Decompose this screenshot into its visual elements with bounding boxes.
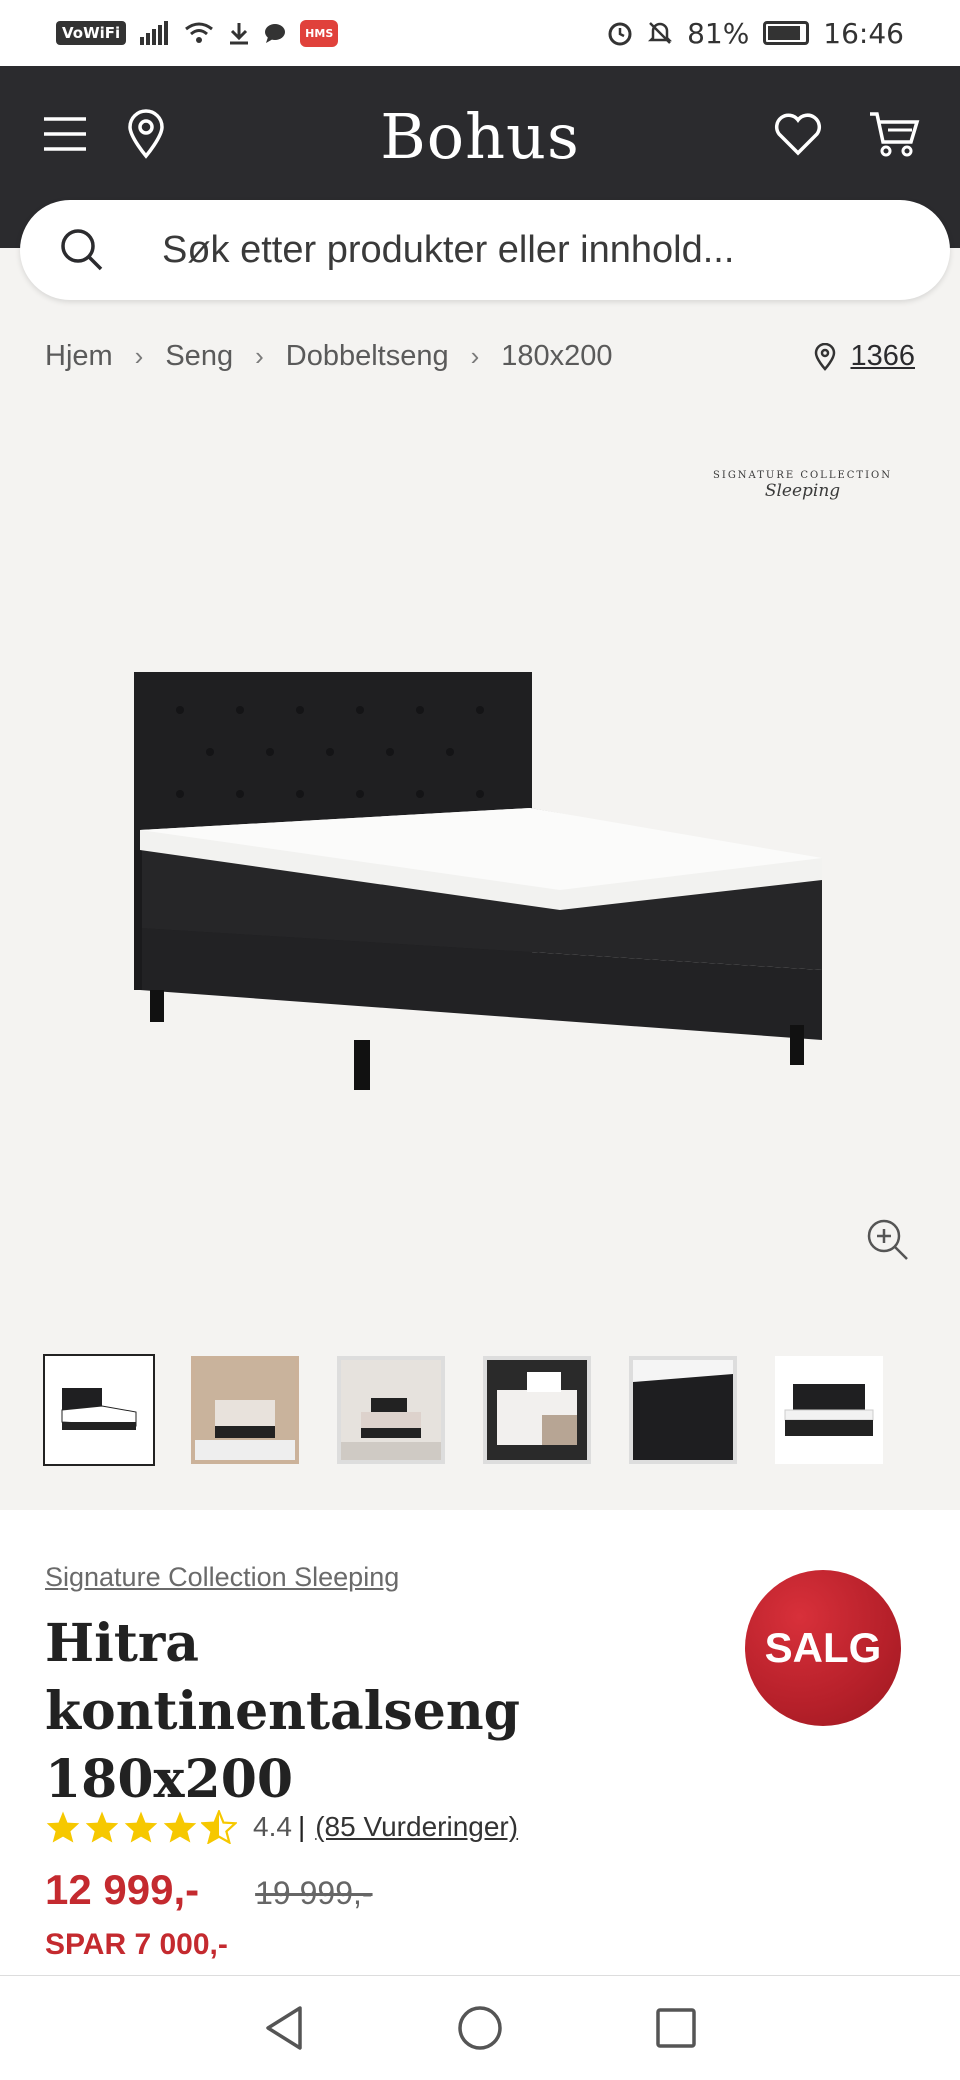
savings-label: SPAR 7 000,- <box>45 1928 228 1961</box>
product-title: Hitra kontinentalseng 180x200 <box>45 1613 520 1810</box>
bohus-logo[interactable]: Bohus <box>0 100 960 173</box>
store-number[interactable]: 1366 <box>850 340 915 373</box>
product-rating[interactable]: 4.4 | (85 Vurderinger) <box>45 1810 518 1844</box>
location-pin-icon <box>815 342 836 371</box>
alarm-icon <box>608 22 632 46</box>
battery-icon <box>763 21 810 45</box>
download-icon <box>230 23 249 45</box>
store-selector[interactable]: 1366 <box>814 340 915 373</box>
back-icon[interactable] <box>262 2004 306 2052</box>
bed-image <box>134 672 822 1090</box>
thumbnail-5[interactable] <box>629 1356 737 1464</box>
signature-collection-logo: SIGNATURE COLLECTION Sleeping <box>713 470 892 501</box>
chat-icon <box>265 24 286 43</box>
star-icon <box>46 1811 80 1843</box>
clock: 16:46 <box>823 16 904 50</box>
product-image[interactable]: SIGNATURE COLLECTION Sleeping <box>0 420 960 1320</box>
bell-off-icon <box>648 22 673 44</box>
price-block: 12 999,- 19 999,- <box>45 1866 373 1914</box>
home-icon[interactable] <box>456 2004 504 2052</box>
star-icon <box>85 1811 119 1843</box>
breadcrumb-dobbeltseng[interactable]: Dobbeltseng <box>286 340 449 373</box>
rating-separator: | <box>297 1811 306 1842</box>
current-price: 12 999,- <box>45 1866 200 1913</box>
thumbnail-4[interactable] <box>483 1356 591 1464</box>
star-icon <box>124 1811 158 1843</box>
product-info: Signature Collection Sleeping Hitra kont… <box>0 1510 960 1975</box>
thumbnail-6[interactable] <box>775 1356 883 1464</box>
system-nav-bar <box>0 1975 960 2080</box>
breadcrumb-home[interactable]: Hjem <box>45 340 113 373</box>
chevron-right-icon: › <box>255 341 264 371</box>
vowifi-badge: VoWiFi <box>56 21 127 45</box>
chevron-right-icon: › <box>470 341 480 371</box>
rating-stars <box>45 1810 237 1844</box>
search-bar[interactable]: Søk etter produkter eller innhold... <box>20 200 950 300</box>
thumbnail-3[interactable] <box>337 1356 445 1464</box>
thumbnail-strip <box>43 1354 883 1466</box>
recents-icon[interactable] <box>654 2006 698 2050</box>
chevron-right-icon: › <box>134 341 144 371</box>
breadcrumb-size[interactable]: 180x200 <box>501 340 612 373</box>
search-icon[interactable] <box>60 228 104 272</box>
wifi-icon <box>185 22 214 43</box>
star-icon <box>163 1811 197 1843</box>
sale-badge: SALG <box>745 1570 901 1726</box>
battery-percent: 81% <box>687 16 750 50</box>
signal-icon <box>140 21 169 45</box>
rating-value: 4.4 <box>253 1811 292 1842</box>
search-input[interactable]: Søk etter produkter eller innhold... <box>162 229 734 272</box>
breadcrumb-seng[interactable]: Seng <box>165 340 233 373</box>
rating-count-link[interactable]: (85 Vurderinger) <box>315 1811 518 1843</box>
hms-badge: HMS <box>300 19 339 47</box>
status-bar: VoWiFi HMS 81% 16:46 <box>0 0 960 66</box>
thumbnail-1[interactable] <box>43 1354 155 1466</box>
brand-link[interactable]: Signature Collection Sleeping <box>45 1562 399 1593</box>
breadcrumb: Hjem › Seng › Dobbeltseng › 180x200 1366 <box>45 340 915 373</box>
half-star-icon <box>201 1810 237 1844</box>
thumbnail-2[interactable] <box>191 1356 299 1464</box>
zoom-icon[interactable] <box>866 1218 910 1262</box>
original-price: 19 999,- <box>255 1875 373 1911</box>
